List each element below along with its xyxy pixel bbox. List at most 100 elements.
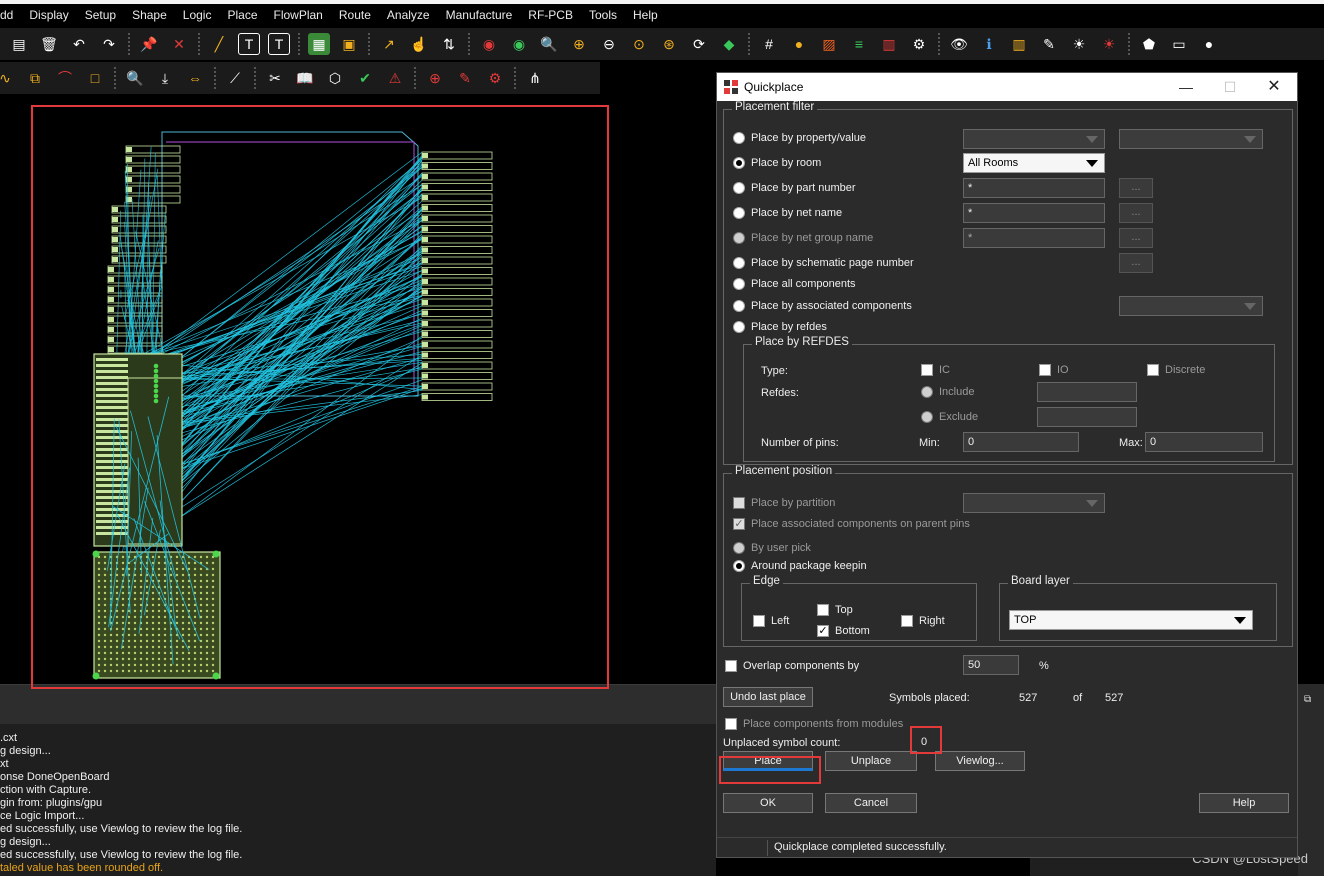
menu-help[interactable]: Help (625, 6, 666, 24)
unplace-button[interactable]: Unplace (825, 751, 917, 771)
shape-circle-icon[interactable]: ● (1198, 33, 1220, 55)
edge-bottom-check[interactable]: ✓ (817, 625, 829, 637)
board-layer-select[interactable]: TOP (1009, 610, 1253, 630)
refresh-icon[interactable]: ⟳ (688, 33, 710, 55)
exclude-radio[interactable] (921, 411, 933, 423)
menu-flowplan[interactable]: FlowPlan (266, 6, 331, 24)
edge-bottom-option[interactable]: ✓ Bottom (817, 625, 870, 637)
menu-route[interactable]: Route (331, 6, 379, 24)
net-name-input[interactable]: * (963, 203, 1105, 223)
partition-check[interactable] (733, 497, 745, 509)
net-browse-button[interactable]: ... (1119, 203, 1153, 223)
zoom-world-icon[interactable]: ⊛ (658, 33, 680, 55)
measure-icon[interactable]: ▥ (1008, 33, 1030, 55)
signal-icon[interactable]: ⌒ (54, 67, 76, 89)
book-icon[interactable]: 📖 (294, 67, 316, 89)
settings-icon[interactable]: ⚙ (908, 33, 930, 55)
text-icon[interactable]: T (238, 33, 260, 55)
square-icon[interactable]: □ (84, 67, 106, 89)
discrete-check[interactable] (1147, 364, 1159, 376)
option-place-by-property[interactable]: Place by property/value (733, 132, 866, 144)
route-icon[interactable]: ↗ (378, 33, 400, 55)
pin-icon[interactable]: 📌 (138, 33, 160, 55)
option-place-by-part[interactable]: Place by part number (733, 182, 856, 194)
undo-last-place-button[interactable]: Undo last place (723, 687, 813, 707)
slide-icon[interactable]: ✂ (264, 67, 286, 89)
value-select[interactable] (1119, 129, 1263, 149)
minimize-button[interactable]: — (1171, 77, 1201, 97)
text-edit-icon[interactable]: T (268, 33, 290, 55)
radio-all[interactable] (733, 278, 745, 290)
netgroup-browse-button[interactable]: ... (1119, 228, 1153, 248)
report-icon[interactable]: ▥ (878, 33, 900, 55)
board-icon[interactable]: ◆ (718, 33, 740, 55)
option-place-by-schematic[interactable]: Place by schematic page number (733, 257, 914, 269)
radio-netgroup[interactable] (733, 232, 745, 244)
fanout-icon[interactable]: ☝ (408, 33, 430, 55)
ic-checkbox[interactable]: IC (921, 364, 950, 376)
stack-icon[interactable]: ≡ (848, 33, 870, 55)
net-group-input[interactable]: * (963, 228, 1105, 248)
highlight-icon[interactable]: ✎ (1038, 33, 1060, 55)
radio-schematic[interactable] (733, 257, 745, 269)
menu-manufacture[interactable]: Manufacture (438, 6, 521, 24)
edge-top-option[interactable]: Top (817, 604, 853, 616)
shape-add-icon[interactable]: ⬟ (1138, 33, 1160, 55)
cancel-button[interactable]: Cancel (825, 793, 917, 813)
check-icon[interactable]: ✔ (354, 67, 376, 89)
edge-left-check[interactable] (753, 615, 765, 627)
node-route-icon[interactable]: ⟋ (224, 67, 246, 89)
viewlog-button[interactable]: Viewlog... (935, 751, 1025, 771)
unpin-icon[interactable]: ✕ (168, 33, 190, 55)
component-icon[interactable]: ▦ (308, 33, 330, 55)
exclude-option[interactable]: Exclude (921, 411, 978, 423)
option-place-by-netgroup[interactable]: Place by net group name (733, 232, 873, 244)
option-place-by-associated[interactable]: Place by associated components (733, 300, 912, 312)
overlap-input[interactable]: 50 (963, 655, 1019, 675)
delete-icon[interactable]: 🗑 (38, 33, 60, 55)
user-pick-radio[interactable] (733, 542, 745, 554)
light-icon[interactable]: ☀ (1068, 33, 1090, 55)
add-line-icon[interactable]: ╱ (208, 33, 230, 55)
radio-net[interactable] (733, 207, 745, 219)
menu-display[interactable]: Display (21, 6, 76, 24)
drc-check-icon[interactable]: ◉ (508, 33, 530, 55)
schematic-browse-button[interactable]: ... (1119, 253, 1153, 273)
maximize-button[interactable]: ☐ (1215, 77, 1245, 97)
layers-icon[interactable]: ▨ (818, 33, 840, 55)
option-place-by-room[interactable]: Place by room (733, 157, 821, 169)
zoom-fit-icon[interactable]: 🔍 (538, 33, 560, 55)
radio-refdes[interactable] (733, 321, 745, 333)
undo-icon[interactable]: ↶ (68, 33, 90, 55)
associated-parent-check[interactable]: ✓ (733, 518, 745, 530)
menu-setup[interactable]: Setup (77, 6, 124, 24)
max-pins-input[interactable]: 0 (1145, 432, 1263, 452)
io-check[interactable] (1039, 364, 1051, 376)
place-by-partition-option[interactable]: Place by partition (733, 497, 835, 509)
ic-check[interactable] (921, 364, 933, 376)
edge-right-check[interactable] (901, 615, 913, 627)
circuit-icon[interactable]: ⋔ (524, 67, 546, 89)
redo-icon[interactable]: ↷ (98, 33, 120, 55)
ok-button[interactable]: OK (723, 793, 813, 813)
menu-place[interactable]: Place (219, 6, 265, 24)
menu-shape[interactable]: Shape (124, 6, 175, 24)
overlap-option[interactable]: Overlap components by (725, 660, 859, 672)
include-input[interactable] (1037, 382, 1137, 402)
waveform-icon[interactable]: ∿ (0, 67, 16, 89)
restore-icon[interactable]: ⧉ (1304, 694, 1311, 705)
color-icon[interactable]: ● (788, 33, 810, 55)
cube-icon[interactable]: ⬡ (324, 67, 346, 89)
option-place-all[interactable]: Place all components (733, 278, 856, 290)
copy-icon[interactable]: ⧉ (24, 67, 46, 89)
by-user-pick-option[interactable]: By user pick (733, 542, 811, 554)
exclude-input[interactable] (1037, 407, 1137, 427)
part-number-input[interactable]: * (963, 178, 1105, 198)
modules-check[interactable] (725, 718, 737, 730)
min-pins-input[interactable]: 0 (963, 432, 1079, 452)
menu-rf-pcb[interactable]: RF-PCB (520, 6, 581, 24)
new-icon[interactable]: ▤ (8, 33, 30, 55)
overlap-check[interactable] (725, 660, 737, 672)
include-option[interactable]: Include (921, 386, 974, 398)
edge-right-option[interactable]: Right (901, 615, 945, 627)
